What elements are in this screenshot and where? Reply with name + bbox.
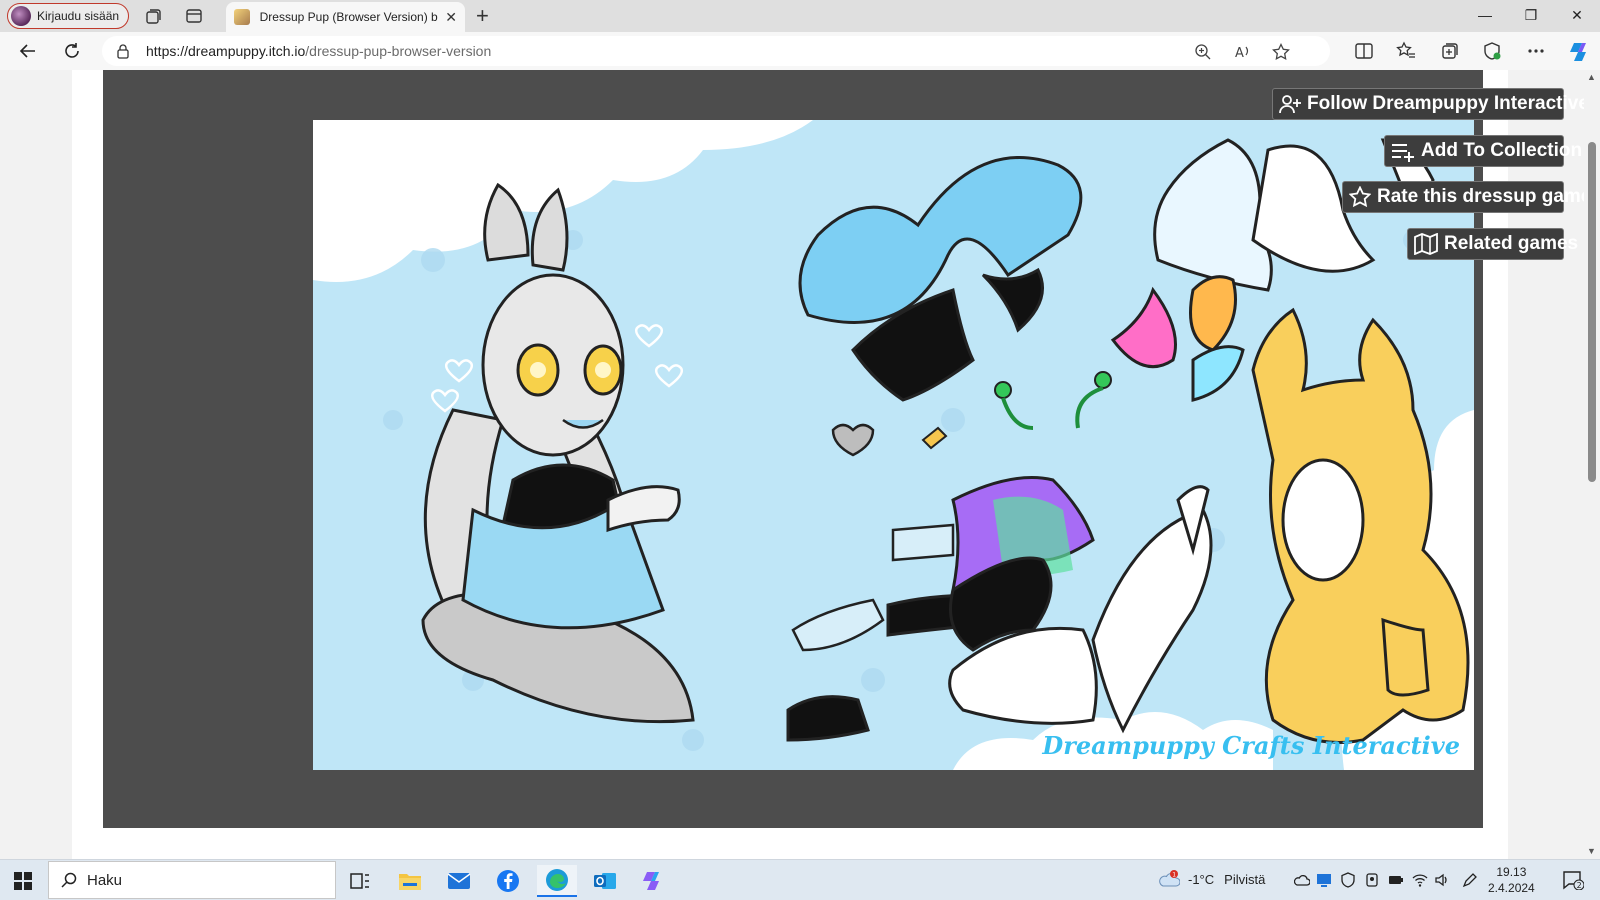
- game-canvas[interactable]: Dreampuppy Crafts Interactive: [313, 120, 1474, 770]
- svg-text:1: 1: [1172, 872, 1176, 879]
- related-games-button[interactable]: Related games: [1407, 228, 1578, 260]
- clock-time: 19.13: [1496, 865, 1527, 879]
- scroll-up-icon[interactable]: ▲: [1587, 72, 1596, 82]
- url-text: https://dreampuppy.itch.io/dressup-pup-b…: [146, 43, 492, 59]
- scroll-thumb[interactable]: [1588, 142, 1596, 482]
- svg-text:A: A: [1235, 46, 1244, 61]
- profile-button[interactable]: Kirjaudu sisään: [7, 3, 129, 29]
- outlook-icon[interactable]: [585, 865, 625, 897]
- windows-taskbar: Haku 1 -1°C Pilvistä 19.13 2.4.2024 2: [0, 859, 1600, 900]
- related-label: Related games: [1444, 233, 1579, 254]
- map-icon: [1414, 233, 1438, 255]
- clock[interactable]: 19.13 2.4.2024: [1488, 864, 1535, 896]
- taskbar-search-input[interactable]: Haku: [48, 861, 336, 899]
- search-icon: [61, 872, 77, 888]
- game-frame[interactable]: Dreampuppy Crafts Interactive: [103, 70, 1483, 828]
- add-collection-label: Add To Collection: [1421, 140, 1583, 161]
- restore-button[interactable]: ❐: [1508, 7, 1554, 24]
- add-to-collection-button[interactable]: Add To Collection: [1384, 135, 1582, 167]
- rate-label: Rate this dressup game: [1377, 186, 1584, 207]
- vertical-tabs-icon[interactable]: [184, 6, 204, 26]
- favorite-star-icon[interactable]: [1272, 43, 1290, 61]
- teamviewer-icon[interactable]: [1316, 872, 1332, 888]
- dressup-game-artwork[interactable]: [313, 120, 1474, 770]
- copilot-icon[interactable]: [1568, 40, 1592, 64]
- browser-essentials-icon[interactable]: [1482, 41, 1502, 61]
- favorites-icon[interactable]: [1396, 41, 1416, 61]
- close-window-button[interactable]: ✕: [1554, 7, 1600, 24]
- collections-icon[interactable]: [1440, 41, 1460, 61]
- rate-button[interactable]: Rate this dressup game: [1342, 181, 1584, 213]
- cloudy-weather-icon: 1: [1159, 870, 1180, 887]
- svg-text:2: 2: [1577, 881, 1582, 890]
- clock-date: 2.4.2024: [1488, 881, 1535, 895]
- read-aloud-icon[interactable]: A: [1234, 43, 1252, 61]
- refresh-button[interactable]: [61, 40, 83, 62]
- add-user-icon: [1279, 95, 1301, 114]
- scroll-down-icon[interactable]: ▼: [1587, 846, 1596, 856]
- minimize-button[interactable]: —: [1462, 7, 1508, 23]
- back-button[interactable]: [17, 40, 39, 62]
- weather-widget[interactable]: 1 -1°C Pilvistä: [1158, 870, 1265, 888]
- playlist-add-icon: [1392, 144, 1414, 162]
- tab-bar: Kirjaudu sisään Dressup Pup (Browser Ver…: [0, 0, 1600, 32]
- split-screen-icon[interactable]: [1354, 41, 1374, 61]
- copilot-app-icon[interactable]: [632, 865, 672, 897]
- notification-center-icon[interactable]: 2: [1562, 870, 1585, 895]
- profile-label: Kirjaudu sisään: [37, 9, 120, 23]
- pen-icon[interactable]: [1462, 872, 1478, 888]
- weather-desc: Pilvistä: [1224, 871, 1266, 887]
- edge-browser-icon[interactable]: [537, 865, 577, 897]
- lock-icon[interactable]: [116, 43, 130, 59]
- page-scrollbar[interactable]: ▲ ▼: [1584, 70, 1600, 859]
- meet-now-icon[interactable]: [1364, 872, 1380, 888]
- facebook-icon[interactable]: [488, 865, 528, 897]
- mail-icon[interactable]: [439, 865, 479, 897]
- file-explorer-icon[interactable]: [390, 865, 430, 897]
- puppy-character: [421, 182, 695, 724]
- onedrive-icon[interactable]: [1294, 872, 1310, 888]
- workspaces-icon[interactable]: [144, 6, 164, 26]
- security-shield-icon[interactable]: [1340, 872, 1356, 888]
- more-options-icon[interactable]: [1526, 41, 1546, 61]
- game-watermark: Dreampuppy Crafts Interactive: [1042, 731, 1460, 760]
- url-input[interactable]: https://dreampuppy.itch.io/dressup-pup-b…: [102, 36, 1330, 66]
- follow-button[interactable]: Follow Dreampuppy Interactive: [1272, 88, 1584, 120]
- itch-favicon-icon: [234, 9, 250, 25]
- zoom-icon[interactable]: [1194, 43, 1212, 61]
- tab-close-icon[interactable]: ✕: [445, 9, 457, 26]
- wifi-icon[interactable]: [1412, 872, 1428, 888]
- task-view-icon[interactable]: [340, 865, 380, 897]
- page-viewport: Dreampuppy Crafts Interactive Follow Dre…: [0, 70, 1584, 859]
- battery-icon[interactable]: [1388, 872, 1404, 888]
- weather-temp: -1°C: [1188, 871, 1215, 887]
- search-placeholder: Haku: [87, 871, 123, 889]
- avatar: [11, 6, 31, 26]
- volume-icon[interactable]: [1434, 872, 1450, 888]
- address-bar: https://dreampuppy.itch.io/dressup-pup-b…: [0, 32, 1600, 70]
- tab-dressup-pup[interactable]: Dressup Pup (Browser Version) b ✕: [226, 2, 465, 32]
- follow-label: Follow Dreampuppy Interactive: [1307, 93, 1584, 114]
- windows-start-icon[interactable]: [14, 872, 32, 890]
- star-icon: [1349, 186, 1371, 208]
- new-tab-button[interactable]: +: [476, 3, 489, 29]
- tab-title: Dressup Pup (Browser Version) b: [259, 10, 438, 24]
